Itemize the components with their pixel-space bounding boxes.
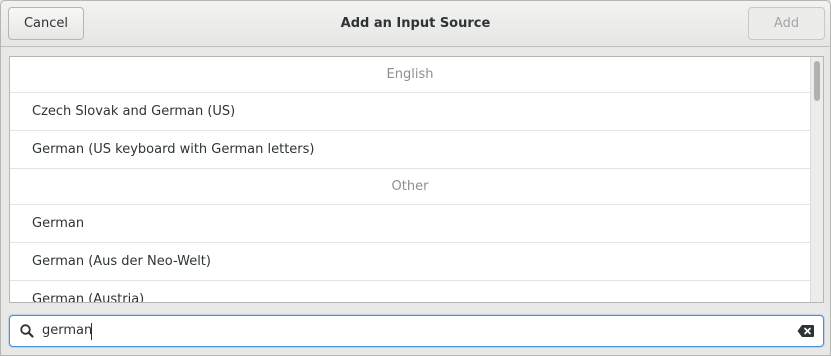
list-scrollbar[interactable]: [810, 57, 823, 302]
list-item[interactable]: German (Austria): [10, 281, 810, 302]
scrollbar-thumb[interactable]: [814, 61, 820, 101]
group-heading-other: Other: [10, 169, 810, 205]
group-heading-english: English: [10, 57, 810, 93]
add-button[interactable]: Add: [748, 7, 825, 40]
list-item[interactable]: German (Aus der Neo-Welt): [10, 243, 810, 281]
cancel-button[interactable]: Cancel: [8, 7, 84, 40]
dialog-title: Add an Input Source: [340, 16, 491, 31]
input-source-list: English Czech Slovak and German (US) Ger…: [9, 56, 824, 303]
header-bar: Add an Input Source Cancel Add: [1, 1, 830, 47]
clear-icon[interactable]: [797, 324, 815, 338]
dialog-window: Add an Input Source Cancel Add English C…: [0, 0, 831, 356]
list-item[interactable]: German: [10, 205, 810, 243]
search-icon: [19, 323, 35, 339]
text-caret: [91, 323, 92, 340]
list-item[interactable]: German (US keyboard with German letters): [10, 131, 810, 169]
list-item[interactable]: Czech Slovak and German (US): [10, 93, 810, 131]
search-entry[interactable]: german: [9, 315, 824, 347]
search-input[interactable]: german: [42, 316, 92, 346]
